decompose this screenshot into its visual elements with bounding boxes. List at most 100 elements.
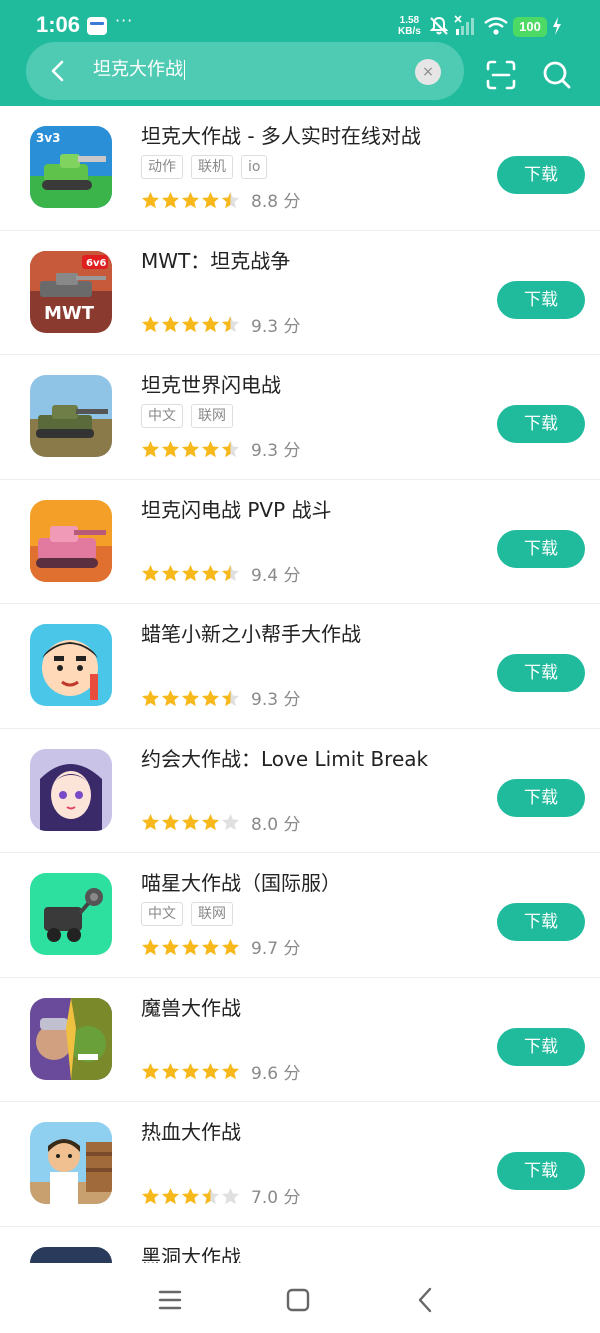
- star-full-icon: [141, 564, 160, 582]
- app-result-row[interactable]: 约会大作战：Love Limit Break 8.0 分 下载: [0, 729, 600, 853]
- star-full-icon: [201, 564, 220, 582]
- world-of-tanks-icon[interactable]: [30, 375, 112, 457]
- star-full-icon: [141, 440, 160, 457]
- star-full-icon: [141, 938, 160, 955]
- app-name[interactable]: 坦克世界闪电战: [141, 371, 281, 399]
- star-half-icon: [221, 689, 240, 706]
- app-rating: 9.4 分: [141, 561, 301, 586]
- app-name[interactable]: 魔兽大作战: [141, 994, 241, 1022]
- pink-tank-icon[interactable]: [30, 499, 112, 582]
- svg-text:3v3: 3v3: [36, 131, 61, 145]
- fighter-guy-icon[interactable]: [30, 1122, 112, 1204]
- clear-search-button[interactable]: ×: [415, 59, 441, 85]
- home-icon[interactable]: [281, 1283, 315, 1317]
- app-name[interactable]: 蜡笔小新之小帮手大作战: [141, 620, 361, 648]
- app-result-row[interactable]: 3v3 坦克大作战 - 多人实时在线对战 动作 联机 io 8.8 分 下载: [0, 106, 600, 231]
- tank-3v3-icon[interactable]: 3v3: [30, 126, 112, 208]
- warcraft-rumble-icon[interactable]: [30, 997, 112, 1080]
- download-button[interactable]: 下载: [497, 529, 585, 568]
- app-tag: 联机: [191, 155, 233, 179]
- app-name[interactable]: 热血大作战: [141, 1118, 241, 1146]
- app-tags: 中文 联网: [141, 404, 241, 428]
- crayon-shin-chan-icon[interactable]: [30, 624, 112, 706]
- back-arrow-icon[interactable]: [44, 57, 72, 85]
- app-result-row[interactable]: 黑洞大作战: [0, 1227, 600, 1264]
- anime-girl-icon[interactable]: [30, 748, 112, 831]
- more-notifications-icon: ···: [115, 11, 134, 30]
- star-full-icon: [181, 564, 200, 582]
- app-tag: 中文: [141, 404, 183, 428]
- star-full-icon: [201, 440, 220, 457]
- app-name[interactable]: MWT：坦克战争: [141, 247, 290, 275]
- star-full-icon: [141, 315, 160, 333]
- download-button[interactable]: 下载: [497, 1152, 585, 1190]
- search-query: 坦克大作战: [93, 59, 183, 80]
- rating-score: 9.6 分: [251, 1063, 301, 1084]
- star-full-icon: [161, 315, 180, 333]
- app-tags: 动作 联机 io: [141, 155, 275, 179]
- wifi-icon: [484, 17, 508, 35]
- black-hole-icon[interactable]: [30, 1246, 112, 1263]
- search-input[interactable]: 坦克大作战: [93, 58, 185, 82]
- star-rating: [141, 439, 241, 459]
- app-name[interactable]: 坦克闪电战 PVP 战斗: [141, 496, 332, 524]
- app-result-row[interactable]: 喵星大作战（国际服） 中文 联网 9.7 分 下载: [0, 853, 600, 978]
- app-result-row[interactable]: 魔兽大作战 9.6 分 下载: [0, 978, 600, 1102]
- download-button[interactable]: 下载: [497, 156, 585, 194]
- notification-app-icon: [87, 17, 107, 35]
- star-full-icon: [201, 1062, 220, 1080]
- app-tags: 中文 联网: [141, 902, 241, 926]
- star-half-icon: [201, 1187, 220, 1204]
- app-tag: 联网: [191, 902, 233, 926]
- navigation-bar: [0, 1263, 600, 1333]
- star-empty-icon: [221, 813, 240, 831]
- svg-text:MWT: MWT: [44, 303, 95, 324]
- search-icon[interactable]: [540, 58, 574, 92]
- star-full-icon: [181, 1187, 200, 1204]
- mute-bell-icon: [429, 16, 449, 35]
- download-button[interactable]: 下载: [497, 280, 585, 319]
- app-name[interactable]: 坦克大作战 - 多人实时在线对战: [141, 122, 421, 150]
- star-full-icon: [141, 813, 160, 831]
- scan-icon[interactable]: [484, 58, 518, 92]
- app-name[interactable]: 黑洞大作战: [141, 1243, 241, 1264]
- app-result-row[interactable]: 6v6 MWT MWT：坦克战争 9.3 分 下载: [0, 231, 600, 355]
- rating-score: 9.3 分: [251, 690, 301, 710]
- star-full-icon: [141, 1062, 160, 1080]
- download-button[interactable]: 下载: [497, 778, 585, 817]
- signal-icon: [454, 15, 474, 35]
- mwt-tank-icon[interactable]: 6v6 MWT: [30, 250, 112, 333]
- app-result-row[interactable]: 坦克闪电战 PVP 战斗 9.4 分 下载: [0, 480, 600, 604]
- star-full-icon: [201, 938, 220, 955]
- app-rating: 9.7 分: [141, 934, 300, 959]
- star-full-icon: [201, 315, 220, 333]
- star-full-icon: [161, 1062, 180, 1080]
- star-rating: [141, 812, 241, 832]
- download-button[interactable]: 下载: [497, 654, 585, 692]
- rating-score: 7.0 分: [251, 1188, 301, 1208]
- app-rating: 7.0 分: [141, 1183, 301, 1208]
- back-nav-icon[interactable]: [409, 1283, 443, 1317]
- app-result-row[interactable]: 坦克世界闪电战 中文 联网 9.3 分 下载: [0, 355, 600, 480]
- text-caret: [184, 60, 185, 80]
- star-full-icon: [201, 813, 220, 831]
- star-rating: [141, 1061, 241, 1081]
- cat-robot-icon[interactable]: [30, 873, 112, 955]
- app-tag: io: [241, 155, 268, 179]
- download-button[interactable]: 下载: [497, 903, 585, 941]
- status-time: 1:06: [36, 12, 81, 37]
- rating-score: 9.4 分: [251, 565, 301, 586]
- star-full-icon: [221, 1062, 240, 1080]
- menu-icon[interactable]: [153, 1283, 187, 1317]
- app-name[interactable]: 喵星大作战（国际服）: [141, 869, 341, 897]
- star-full-icon: [161, 938, 180, 955]
- download-button[interactable]: 下载: [497, 1027, 585, 1066]
- app-rating: 9.3 分: [141, 312, 300, 337]
- download-button[interactable]: 下载: [497, 405, 585, 443]
- rating-score: 8.8 分: [251, 192, 301, 212]
- app-name[interactable]: 约会大作战：Love Limit Break: [141, 745, 428, 773]
- app-result-row[interactable]: 热血大作战 7.0 分 下载: [0, 1102, 600, 1227]
- search-results-list: 3v3 坦克大作战 - 多人实时在线对战 动作 联机 io 8.8 分下载 6v6 MWT MW…: [0, 106, 600, 1263]
- app-result-row[interactable]: 蜡笔小新之小帮手大作战 9.3 分 下载: [0, 604, 600, 729]
- svg-text:6v6: 6v6: [86, 258, 106, 269]
